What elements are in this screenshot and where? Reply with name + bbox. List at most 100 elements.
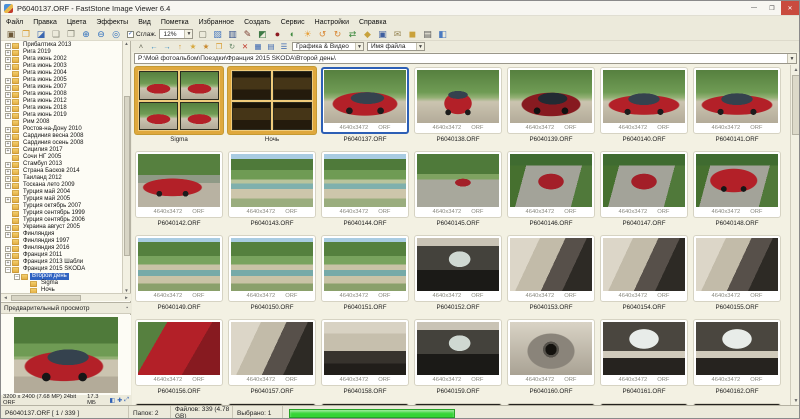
menu-item[interactable]: Файл — [1, 19, 28, 26]
actual-size-icon[interactable]: ◎ — [110, 29, 122, 40]
photo-thumb[interactable]: 4640x3472ORFP6040161.ORF — [600, 319, 688, 398]
tree-expander-icon[interactable]: + — [5, 232, 11, 238]
menu-item[interactable]: Пометка — [156, 19, 194, 26]
tree-item[interactable]: –Второй день — [1, 273, 123, 280]
tree-item[interactable]: Турция сентябрь 1999 — [1, 210, 123, 217]
tree-expander-icon[interactable]: + — [5, 57, 11, 63]
slideshow-icon[interactable]: ▣ — [376, 29, 388, 40]
tree-item[interactable]: Турция сентябрь 2006 — [1, 217, 123, 224]
panel-options-icon[interactable]: ▪ — [126, 305, 128, 311]
tree-item[interactable]: +Сардиния осень 2008 — [1, 140, 123, 147]
forward-icon[interactable]: → — [162, 42, 172, 51]
tree-item[interactable]: +Стамбул 2013 — [1, 161, 123, 168]
photo-thumb[interactable]: 4640x3472ORFP6040143.ORF — [228, 151, 316, 230]
menu-item[interactable]: Эффекты — [91, 19, 133, 26]
delete-icon[interactable]: ✕ — [240, 42, 250, 51]
folder-thumb[interactable]: Sigma — [135, 67, 223, 146]
chevron-down-icon[interactable]: ▼ — [184, 30, 192, 38]
scroll-right-icon[interactable]: ► — [122, 295, 131, 300]
histogram-icon[interactable]: ◧ — [109, 397, 115, 404]
photo-thumb[interactable]: 4640x3472ORFP6040138.ORF — [414, 67, 502, 146]
photo-thumb[interactable]: 4640x3472ORFP6040156.ORF — [135, 319, 223, 398]
save-as-icon[interactable]: ◪ — [35, 29, 47, 40]
tree-expander-icon[interactable]: + — [5, 50, 11, 56]
back-icon[interactable]: ← — [149, 42, 159, 51]
photo-thumb[interactable]: 4640x3472ORFP6040160.ORF — [507, 319, 595, 398]
photo-thumb[interactable]: 4640x3472ORFP6040144.ORF — [321, 151, 409, 230]
tree-vertical-scrollbar[interactable]: ▲ ▼ — [122, 41, 130, 293]
tree-expander-icon[interactable]: + — [5, 43, 11, 49]
tag-icon[interactable]: ◆ — [361, 29, 373, 40]
menu-item[interactable]: Сервис — [276, 19, 310, 26]
batch-convert-icon[interactable]: ⇄ — [346, 29, 358, 40]
tree-expander-icon[interactable]: + — [5, 113, 11, 119]
scroll-left-icon[interactable]: ◄ — [1, 295, 10, 300]
tree-expander-icon[interactable]: + — [5, 260, 11, 266]
photo-thumb[interactable]: 4640x3472ORFP6040155.ORF — [693, 235, 781, 314]
zoom-select[interactable]: 12% ▼ — [159, 29, 193, 39]
open-file-icon[interactable]: ▣ — [5, 29, 17, 40]
tree-item[interactable]: +Рига июнь 2002 — [1, 56, 123, 63]
photo-thumb[interactable]: 4640x3472ORFP6040157.ORF — [228, 319, 316, 398]
tree-item[interactable]: +Финляндия — [1, 231, 123, 238]
tree-expander-icon[interactable]: + — [5, 253, 11, 259]
tree-item[interactable]: +Рига июнь 2005 — [1, 77, 123, 84]
photo-thumb[interactable]: 4640x3472ORFP6040142.ORF — [135, 151, 223, 230]
view-details-icon[interactable]: ▤ — [266, 42, 276, 51]
tree-item[interactable]: +Рига июнь 2008 — [1, 91, 123, 98]
email-icon[interactable]: ✉ — [391, 29, 403, 40]
menu-item[interactable]: Создать — [239, 19, 276, 26]
tree-item[interactable]: +Прибалтика 2013 — [1, 42, 123, 49]
tree-expander-icon[interactable]: + — [5, 197, 11, 203]
tree-expander-icon[interactable]: + — [5, 106, 11, 112]
photo-thumb-selected[interactable]: 4640x3472ORFP6040137.ORF — [321, 67, 409, 146]
tree-item[interactable]: Турция октябрь 2007 — [1, 203, 123, 210]
tree-item[interactable]: +Турция май 2005 — [1, 196, 123, 203]
compare-icon[interactable]: ▥ — [226, 29, 238, 40]
tree-expander-icon[interactable]: + — [5, 141, 11, 147]
scroll-up-icon[interactable]: ▲ — [794, 65, 799, 74]
menu-item[interactable]: Вид — [133, 19, 156, 26]
scroll-down-icon[interactable]: ▼ — [794, 396, 799, 405]
tree-expander-icon[interactable]: + — [5, 225, 11, 231]
scrollbar-thumb[interactable] — [124, 96, 130, 256]
photo-thumb[interactable]: 4640x3472ORFP6040139.ORF — [507, 67, 595, 146]
draw-icon[interactable]: ✎ — [241, 29, 253, 40]
photo-thumb[interactable]: 4640x3472ORFP6040149.ORF — [135, 235, 223, 314]
favorite-add-icon[interactable]: ★ — [188, 42, 198, 51]
rotate-left-icon[interactable]: ↺ — [316, 29, 328, 40]
tree-expander-icon[interactable]: + — [5, 99, 11, 105]
tree-item[interactable]: +Страна Басков 2014 — [1, 168, 123, 175]
sort-select[interactable]: Имя файла ▼ — [367, 42, 425, 51]
chevron-down-icon[interactable]: ▼ — [787, 54, 796, 63]
tree-item[interactable]: +Рига июнь 2007 — [1, 84, 123, 91]
photo-thumb[interactable]: 4640x3472ORFP6040146.ORF — [507, 151, 595, 230]
tree-item[interactable]: +Рига июнь 2012 — [1, 98, 123, 105]
tree-item[interactable]: +Рига июнь 2019 — [1, 112, 123, 119]
smooth-checkbox[interactable]: ✓ Сглаж. — [127, 31, 156, 38]
path-bar[interactable]: P:\Мой фотоальбом\Поездки\Франция 2015 S… — [134, 53, 797, 64]
secure-lock-icon[interactable]: ◼ — [406, 29, 418, 40]
photo-thumb[interactable]: 4640x3472ORFP6040162.ORF — [693, 319, 781, 398]
scroll-up-icon[interactable]: ▲ — [124, 41, 128, 46]
thumbnail-scrollbar[interactable]: ▲ ▼ — [790, 65, 800, 405]
tree-expander-icon[interactable]: – — [5, 267, 11, 273]
tree-expander-icon[interactable]: + — [5, 246, 11, 252]
zoom-out-icon[interactable]: ⊖ — [95, 29, 107, 40]
print-icon[interactable]: ▤ — [421, 29, 433, 40]
tree-item[interactable]: +Сицилия 2017 — [1, 147, 123, 154]
tree-expander-icon[interactable]: + — [5, 148, 11, 154]
photo-thumb[interactable]: 4640x3472ORFP6040150.ORF — [228, 235, 316, 314]
menu-item[interactable]: Правка — [28, 19, 62, 26]
scrollbar-thumb[interactable] — [792, 75, 800, 135]
tree-item[interactable]: Рим 2008 — [1, 119, 123, 126]
view-thumbnails-icon[interactable]: ▦ — [253, 42, 263, 51]
tree-item[interactable]: Финляндия 1997 — [1, 238, 123, 245]
menu-item[interactable]: Справка — [354, 19, 391, 26]
photo-thumb[interactable]: 4640x3472ORFP6040141.ORF — [693, 67, 781, 146]
tree-item[interactable]: +Украина август 2005 — [1, 224, 123, 231]
menu-item[interactable]: Настройки — [310, 19, 354, 26]
tree-item[interactable]: +Сардиния весна 2008 — [1, 133, 123, 140]
rotate-right-icon[interactable]: ↻ — [331, 29, 343, 40]
photo-thumb[interactable]: 4640x3472ORFP6040147.ORF — [600, 151, 688, 230]
